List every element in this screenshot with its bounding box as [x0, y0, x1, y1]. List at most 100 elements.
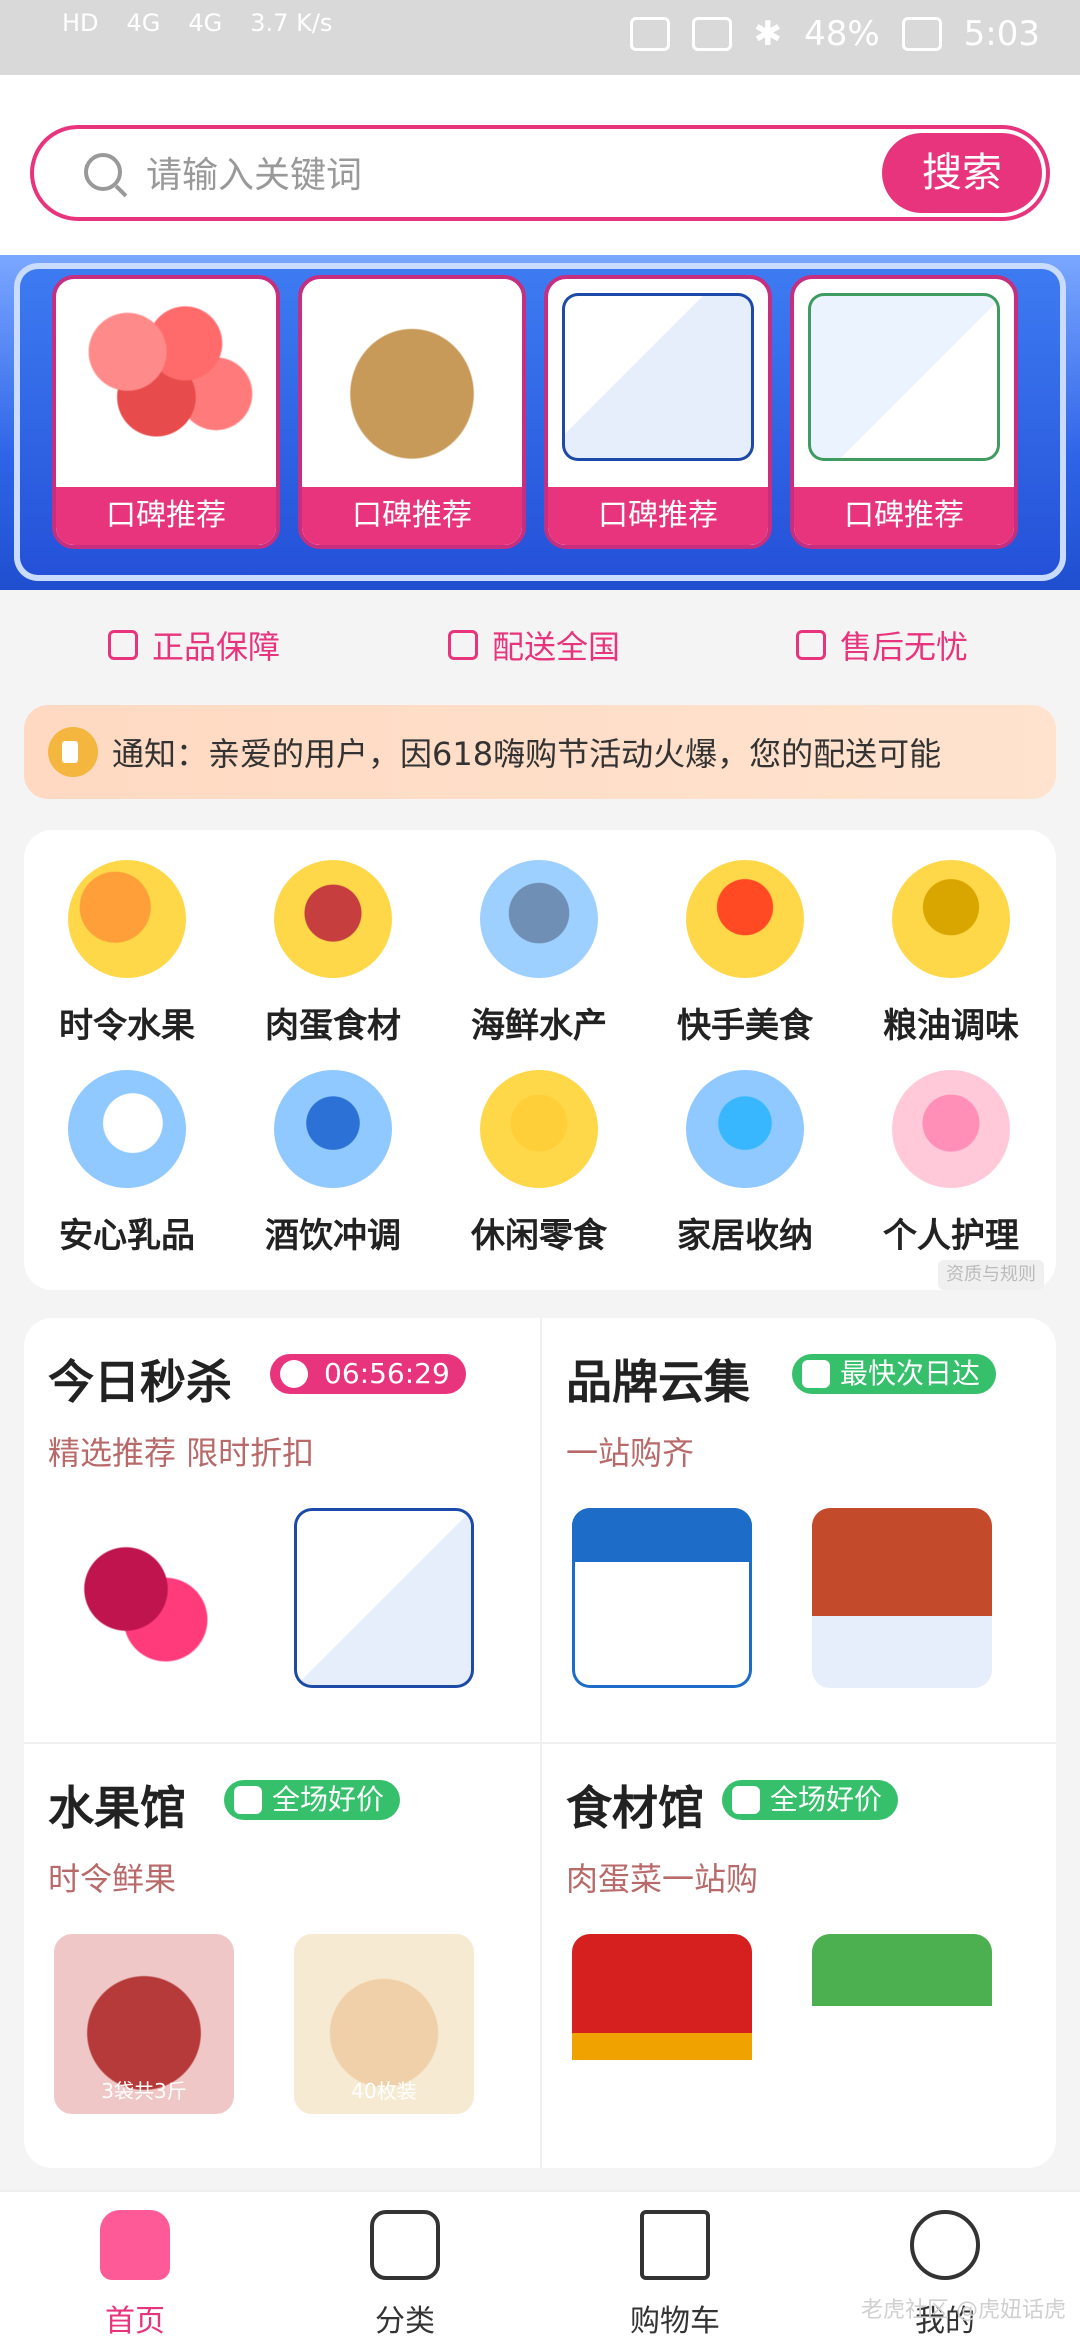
category-grain-oil[interactable]: 粮油调味 — [848, 860, 1054, 1050]
truck-icon — [448, 630, 478, 660]
category-meat-egg[interactable]: 肉蛋食材 — [230, 860, 436, 1050]
signal-4g-2: 4G — [188, 9, 223, 37]
guarantee-label: 售后无忧 — [840, 628, 969, 666]
battery-icon — [901, 17, 942, 51]
milk-box-image — [562, 293, 754, 461]
product-tag: 口碑推荐 — [302, 487, 522, 545]
promo-banner[interactable]: 口碑推荐 口碑推荐 口碑推荐 口碑推荐 — [0, 255, 1080, 590]
guarantee-delivery: 配送全国 — [448, 622, 620, 668]
eggs-image[interactable]: 40枚装 — [294, 1934, 474, 2114]
meat-icon — [274, 860, 392, 978]
status-bar: HD 4G 4G 3.7 K/s ✱ 48% 5:03 — [0, 0, 1080, 75]
notice-text: 通知：亲爱的用户，因618嗨购节活动火爆，您的配送可能 — [112, 735, 942, 773]
tab-home[interactable]: 首页 — [45, 2210, 225, 2340]
truck-icon — [802, 1360, 830, 1388]
cart-icon — [640, 2210, 710, 2280]
notice-bar[interactable]: 通知：亲爱的用户，因618嗨购节活动火爆，您的配送可能 — [24, 705, 1056, 799]
search-icon — [84, 153, 122, 191]
cream-carton-image[interactable] — [572, 1508, 752, 1688]
brand-title: 品牌云集 — [566, 1355, 750, 1409]
crayfish-icon — [686, 860, 804, 978]
kiwi-image — [316, 293, 508, 461]
badge-text: 全场好价 — [272, 1783, 385, 1816]
herbal-tea-image[interactable] — [572, 1934, 752, 2114]
flash-sale-card[interactable]: 今日秒杀 06:56:29 精选推荐 限时折扣 — [24, 1318, 540, 1744]
banner-product-apple[interactable]: 口碑推荐 — [52, 275, 280, 549]
network-speed: 3.7 K/s — [250, 9, 333, 37]
thumb-caption: 40枚装 — [351, 2079, 417, 2103]
status-left: HD 4G 4G 3.7 K/s — [62, 10, 332, 36]
header: 搜索 — [0, 75, 1080, 255]
promo-grid: 今日秒杀 06:56:29 精选推荐 限时折扣 品牌云集 最快次日达 一站购齐 … — [24, 1318, 1056, 2168]
category-label: 粮油调味 — [883, 1006, 1019, 1046]
guarantee-label: 配送全国 — [492, 628, 621, 666]
tab-label: 购物车 — [630, 2304, 720, 2339]
category-fruit[interactable]: 时令水果 — [24, 860, 230, 1050]
speaker-icon — [48, 727, 98, 777]
nfc-icon — [691, 17, 732, 51]
category-snacks[interactable]: 休闲零食 — [436, 1070, 642, 1260]
search-input[interactable] — [144, 149, 888, 201]
guarantee-label: 正品保障 — [152, 628, 281, 666]
basket-icon — [234, 1786, 262, 1814]
headset-icon — [796, 630, 826, 660]
brand-card[interactable]: 品牌云集 最快次日达 一站购齐 — [540, 1318, 1056, 1744]
brand-subtitle: 一站购齐 — [566, 1434, 695, 1472]
home-icon — [100, 2210, 170, 2280]
guarantee-aftersale: 售后无忧 — [796, 622, 968, 668]
badge-text: 全场好价 — [770, 1783, 883, 1816]
badge-text: 最快次日达 — [840, 1357, 981, 1390]
category-dairy[interactable]: 安心乳品 — [24, 1070, 230, 1260]
banner-product-kiwi[interactable]: 口碑推荐 — [298, 275, 526, 549]
milk-box-image[interactable] — [294, 1508, 474, 1688]
signal-4g-1: 4G — [126, 9, 161, 37]
eye-icon — [629, 17, 670, 51]
seafood-icon — [480, 860, 598, 978]
basket-icon — [732, 1786, 760, 1814]
countdown-badge: 06:56:29 — [270, 1354, 466, 1394]
fruit-hall-card[interactable]: 水果馆 全场好价 时令鲜果 3袋共3斤 40枚装 — [24, 1742, 540, 2168]
category-grid: 时令水果 肉蛋食材 海鲜水产 快手美食 粮油调味 安心乳品 酒饮冲调 休闲零食 … — [24, 830, 1056, 1290]
drinks-icon — [274, 1070, 392, 1188]
category-home[interactable]: 家居收纳 — [642, 1070, 848, 1260]
good-price-badge: 全场好价 — [224, 1780, 401, 1820]
rules-link[interactable]: 资质与规则 — [938, 1260, 1044, 1290]
status-right: ✱ 48% 5:03 — [629, 14, 1040, 54]
category-label: 时令水果 — [59, 1006, 195, 1046]
category-label: 休闲零食 — [471, 1216, 607, 1256]
category-label: 家居收纳 — [677, 1216, 813, 1256]
fruit-icon — [68, 860, 186, 978]
battery-percent: 48% — [804, 14, 880, 54]
tab-label: 分类 — [375, 2304, 435, 2339]
water-bottle-image[interactable] — [812, 1508, 992, 1688]
guarantee-bar: 正品保障 配送全国 售后无忧 — [0, 590, 1080, 700]
banner-product-milk[interactable]: 口碑推荐 — [544, 275, 772, 549]
user-icon — [910, 2210, 980, 2280]
milk-pack-image[interactable] — [812, 1934, 992, 2114]
category-label: 肉蛋食材 — [265, 1006, 401, 1046]
tab-label: 首页 — [105, 2304, 165, 2339]
category-drinks[interactable]: 酒饮冲调 — [230, 1070, 436, 1260]
category-personal-care[interactable]: 个人护理 — [848, 1070, 1054, 1260]
category-label: 安心乳品 — [59, 1216, 195, 1256]
flash-sale-title: 今日秒杀 — [48, 1355, 232, 1409]
detergent-icon — [686, 1070, 804, 1188]
tab-cart[interactable]: 购物车 — [585, 2210, 765, 2340]
dairy-icon — [68, 1070, 186, 1188]
banner-product-milk-case[interactable]: 口碑推荐 — [790, 275, 1018, 549]
hd-indicator: HD — [62, 9, 99, 37]
search-button[interactable]: 搜索 — [882, 133, 1042, 213]
category-quick-food[interactable]: 快手美食 — [642, 860, 848, 1050]
search-box[interactable]: 搜索 — [30, 125, 1050, 221]
food-hall-card[interactable]: 食材馆 全场好价 肉蛋菜一站购 — [540, 1742, 1056, 2168]
beef-image[interactable]: 3袋共3斤 — [54, 1934, 234, 2114]
tab-category[interactable]: 分类 — [315, 2210, 495, 2340]
good-price-badge: 全场好价 — [722, 1780, 899, 1820]
category-seafood[interactable]: 海鲜水产 — [436, 860, 642, 1050]
fast-delivery-badge: 最快次日达 — [792, 1354, 997, 1394]
countdown-timer: 06:56:29 — [324, 1357, 450, 1390]
category-label: 快手美食 — [677, 1006, 813, 1046]
dragonfruit-image[interactable] — [54, 1508, 234, 1688]
flash-sale-subtitle: 精选推荐 限时折扣 — [48, 1434, 315, 1472]
bluetooth-icon: ✱ — [753, 14, 783, 54]
